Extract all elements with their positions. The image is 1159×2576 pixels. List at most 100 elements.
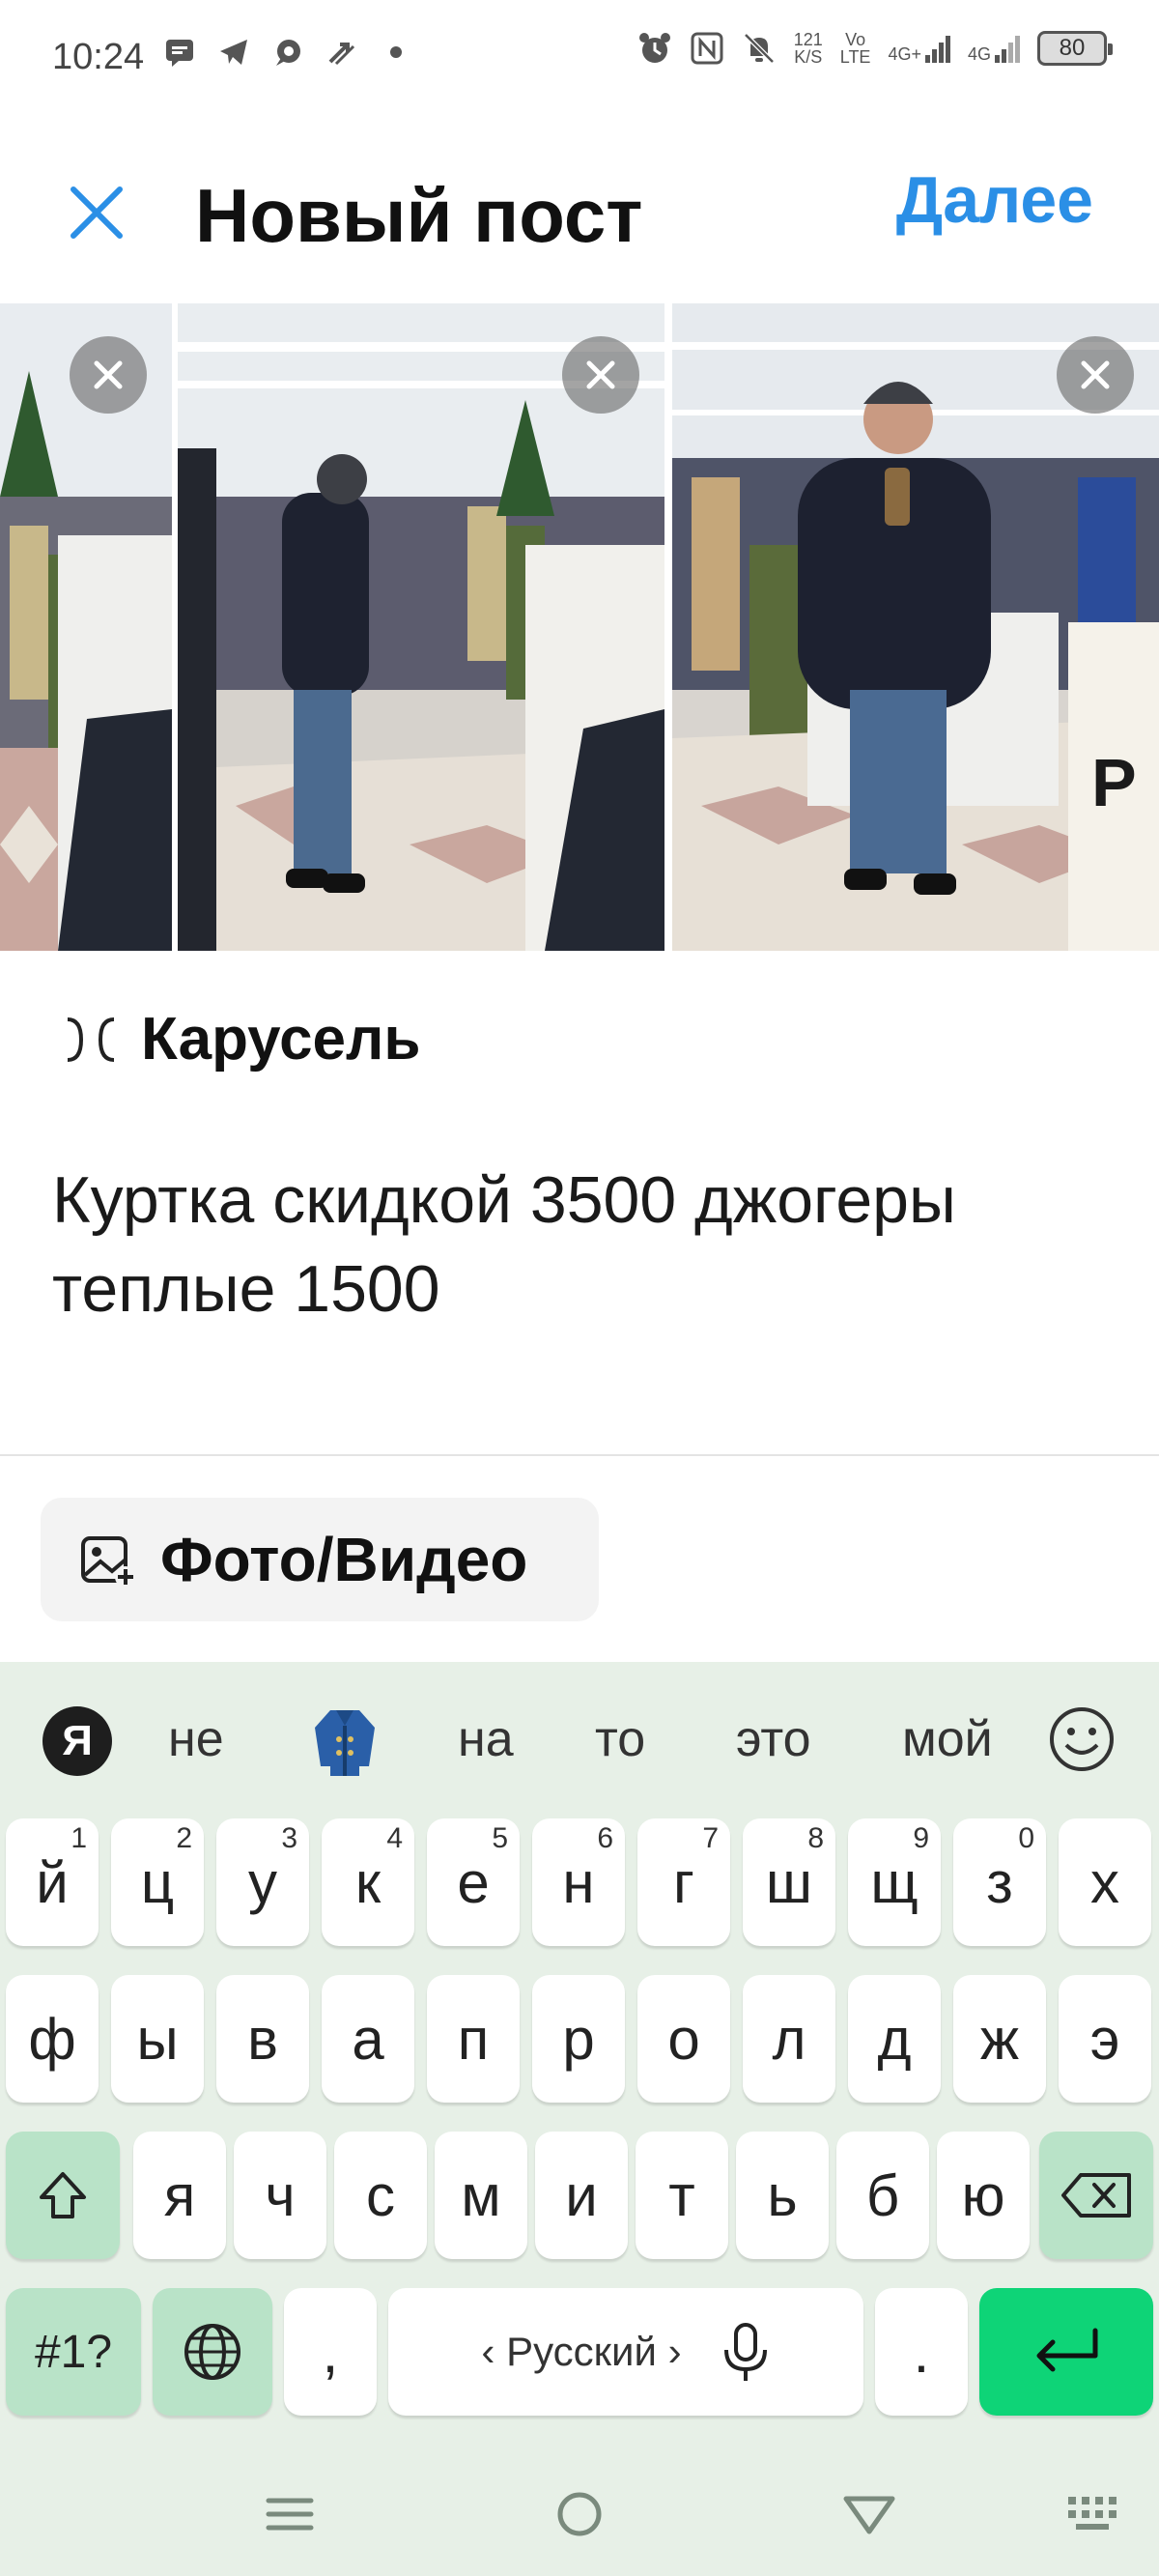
signal-sim1: 4G+: [888, 34, 950, 63]
add-photo-icon: [81, 1536, 136, 1588]
backspace-icon: [1061, 2173, 1131, 2218]
key-hint: 4: [386, 1822, 403, 1854]
symbols-key[interactable]: #1?: [6, 2288, 141, 2416]
key[interactable]: п: [427, 1975, 520, 2103]
key[interactable]: а: [322, 1975, 414, 2103]
key[interactable]: я: [133, 2132, 226, 2259]
suggestion-item[interactable]: то: [595, 1710, 645, 1768]
language-key[interactable]: [153, 2288, 272, 2416]
volte-indicator: Vo LTE: [840, 31, 871, 66]
key[interactable]: и: [535, 2132, 628, 2259]
remove-photo-button[interactable]: [70, 336, 147, 414]
add-media-button[interactable]: Фото/Видео: [41, 1498, 599, 1621]
suggestion-item[interactable]: не: [168, 1710, 224, 1768]
chat-bubble-icon: [270, 35, 305, 70]
key[interactable]: т: [636, 2132, 728, 2259]
home-icon[interactable]: [549, 2483, 610, 2545]
key[interactable]: с: [334, 2132, 427, 2259]
key[interactable]: х: [1059, 1818, 1151, 1946]
jacket-emoji-icon[interactable]: [307, 1704, 382, 1780]
key[interactable]: э: [1059, 1975, 1151, 2103]
key[interactable]: ш8: [743, 1818, 835, 1946]
key[interactable]: н6: [532, 1818, 625, 1946]
battery-indicator: 80: [1037, 31, 1113, 66]
back-icon[interactable]: [838, 2483, 900, 2545]
photo-thumbnail-2[interactable]: [178, 303, 664, 951]
backspace-key[interactable]: [1039, 2132, 1153, 2259]
comma-key[interactable]: ,: [284, 2288, 377, 2416]
key[interactable]: ж: [953, 1975, 1046, 2103]
message-icon: [162, 35, 197, 70]
remove-photo-button[interactable]: [1057, 336, 1134, 414]
telegram-icon: [216, 35, 251, 70]
shift-key[interactable]: [6, 2132, 120, 2259]
key[interactable]: ю: [937, 2132, 1030, 2259]
photo-thumbnail-1[interactable]: [0, 303, 172, 951]
key-hint: 5: [492, 1822, 508, 1854]
enter-key[interactable]: [979, 2288, 1153, 2416]
sync-arrows-icon: [325, 35, 359, 70]
signal-sim2: 4G: [968, 34, 1020, 63]
network-type-2: 4G: [967, 44, 991, 64]
key[interactable]: в: [216, 1975, 309, 2103]
key-label: н: [562, 1849, 595, 1915]
speed-value: 121: [793, 30, 823, 49]
key[interactable]: о: [637, 1975, 730, 2103]
carousel-label: Карусель: [141, 1006, 421, 1073]
next-button[interactable]: Далее: [896, 162, 1093, 238]
key[interactable]: й1: [6, 1818, 99, 1946]
key[interactable]: ь: [736, 2132, 829, 2259]
header: Новый пост Далее: [0, 135, 1159, 290]
key-label: х: [1090, 1849, 1119, 1915]
remove-photo-button[interactable]: [562, 336, 639, 414]
suggestion-item[interactable]: мой: [902, 1710, 993, 1768]
key[interactable]: р: [532, 1975, 625, 2103]
globe-icon: [184, 2324, 240, 2380]
key[interactable]: л: [743, 1975, 835, 2103]
svg-text:P: P: [1091, 745, 1137, 820]
key-hint: 2: [176, 1822, 192, 1854]
key-label: у: [248, 1849, 277, 1915]
emoji-smile-icon[interactable]: [1047, 1704, 1117, 1774]
caption-input[interactable]: Куртка скидкой 3500 джогеры теплые 1500: [52, 1156, 1124, 1333]
key[interactable]: ф: [6, 1975, 99, 2103]
yandex-logo-button[interactable]: Я: [42, 1706, 112, 1776]
microphone-icon[interactable]: [721, 2321, 771, 2383]
key-label: й: [36, 1849, 69, 1915]
key-hint: 6: [597, 1822, 613, 1854]
key[interactable]: к4: [322, 1818, 414, 1946]
volte-top: Vo: [845, 30, 866, 49]
keyboard[interactable]: Я не на то это мой й1 ц2 у3 к4 е5 н6 г7 …: [0, 1662, 1159, 2576]
key[interactable]: щ9: [848, 1818, 941, 1946]
key[interactable]: ч: [234, 2132, 326, 2259]
photo-carousel-strip[interactable]: P: [0, 303, 1159, 951]
key[interactable]: д: [848, 1975, 941, 2103]
key[interactable]: у3: [216, 1818, 309, 1946]
key-hint: 0: [1018, 1822, 1034, 1854]
photo-thumbnail-3[interactable]: P: [672, 303, 1159, 951]
keyboard-hide-icon[interactable]: [1062, 2483, 1124, 2545]
suggestion-item[interactable]: на: [458, 1710, 514, 1768]
carousel-toggle[interactable]: Карусель: [64, 1005, 421, 1073]
period-key[interactable]: .: [875, 2288, 968, 2416]
add-media-label: Фото/Видео: [160, 1525, 528, 1594]
key[interactable]: м: [435, 2132, 527, 2259]
key-hint: 9: [913, 1822, 929, 1854]
key[interactable]: ы: [111, 1975, 204, 2103]
key[interactable]: г7: [637, 1818, 730, 1946]
mute-bell-icon: [742, 31, 777, 66]
system-nav-bar: [0, 2454, 1159, 2576]
key[interactable]: ц2: [111, 1818, 204, 1946]
space-bar[interactable]: ‹ Русский ›: [388, 2288, 863, 2416]
status-bar: 10:24 121 K/S Vo LTE 4G+ 4G 80: [0, 0, 1159, 116]
recent-apps-icon[interactable]: [259, 2483, 321, 2545]
close-button[interactable]: [58, 174, 135, 251]
key[interactable]: з0: [953, 1818, 1046, 1946]
key-hint: 8: [807, 1822, 824, 1854]
status-notification-icons: [162, 35, 413, 70]
suggestion-item[interactable]: это: [736, 1710, 811, 1768]
key[interactable]: б: [836, 2132, 929, 2259]
key[interactable]: е5: [427, 1818, 520, 1946]
signal-bars-icon: [924, 36, 950, 63]
volte-bottom: LTE: [839, 47, 871, 67]
